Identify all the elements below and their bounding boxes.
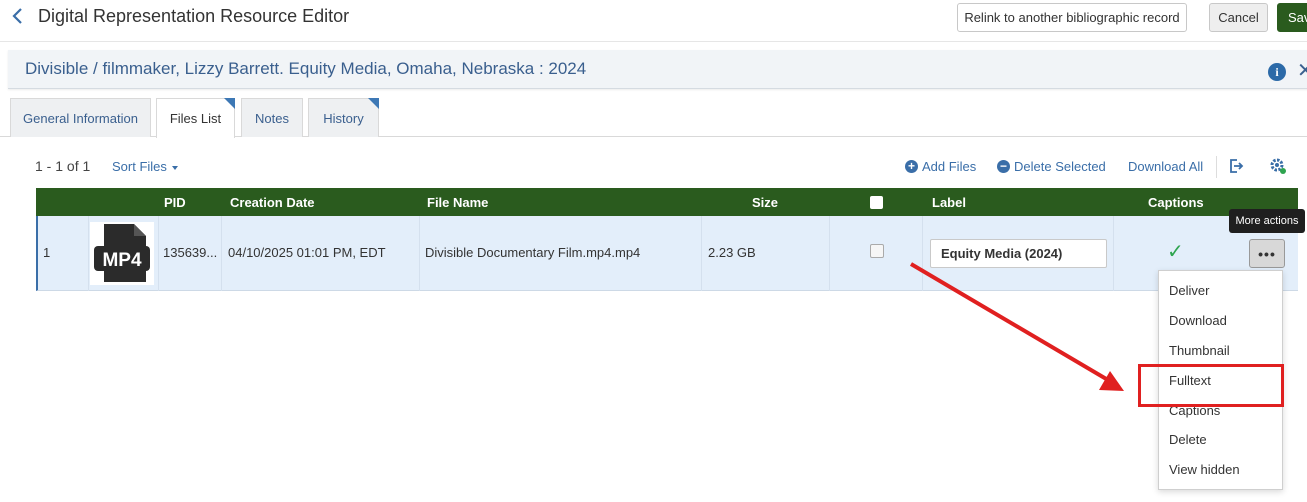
download-all-label: Download All (1128, 159, 1204, 174)
save-button[interactable]: Save (1277, 3, 1307, 32)
download-all-button[interactable]: Download All (1128, 159, 1203, 174)
export-icon[interactable] (1228, 158, 1244, 174)
column-header-creation-date[interactable]: Creation Date (230, 195, 315, 210)
page-title: Digital Representation Resource Editor (38, 6, 350, 26)
column-divider (829, 216, 830, 291)
gear-icon[interactable] (1269, 157, 1287, 175)
column-divider (158, 216, 159, 291)
tab-label: Files List (169, 111, 222, 126)
tab-label: General Information (23, 110, 138, 126)
tab-label: Notes (255, 110, 289, 126)
tab-general-information[interactable]: General Information (10, 98, 151, 137)
close-icon[interactable]: ✕ (1297, 58, 1307, 83)
menu-item-download[interactable]: Download (1169, 313, 1227, 328)
chevron-left-icon[interactable] (10, 6, 26, 26)
menu-item-view-hidden[interactable]: View hidden (1169, 462, 1240, 477)
pid-value: 135639... (163, 245, 218, 260)
menu-item-delete[interactable]: Delete (1169, 432, 1207, 447)
creation-date-value: 04/10/2025 01:01 PM, EDT (228, 245, 386, 260)
results-count: 1 - 1 of 1 (35, 158, 91, 174)
column-divider (419, 216, 420, 291)
record-title: Divisible / filmmaker, Lizzy Barrett. Eq… (25, 59, 587, 78)
delete-selected-label: Delete Selected (1014, 159, 1106, 174)
mp4-file-icon[interactable]: MP4 (90, 222, 154, 285)
tab-history[interactable]: History (308, 98, 379, 137)
column-header-label[interactable]: Label (932, 195, 966, 210)
sort-label: Sort Files (112, 159, 167, 174)
more-actions-button[interactable]: ••• (1249, 239, 1285, 268)
sort-files-dropdown[interactable]: Sort Files (112, 159, 178, 174)
select-all-checkbox[interactable] (870, 196, 883, 209)
annotation-highlight-box (1138, 364, 1284, 407)
tab-notes[interactable]: Notes (241, 98, 303, 137)
captions-check-icon: ✓ (1167, 241, 1184, 263)
caret-down-icon (171, 165, 178, 170)
column-header-size[interactable]: Size (752, 195, 778, 210)
record-header: Divisible / filmmaker, Lizzy Barrett. Eq… (8, 50, 1307, 89)
add-files-label: Add Files (922, 159, 977, 174)
tab-indicator-corner (368, 98, 379, 109)
info-icon[interactable]: i (1268, 63, 1286, 81)
tab-bar: General Information Files List Notes His… (0, 98, 1307, 138)
column-header-file-name[interactable]: File Name (427, 195, 488, 210)
tab-indicator-corner (224, 98, 235, 109)
column-divider (922, 216, 923, 291)
minus-circle-icon: − (997, 160, 1010, 173)
relink-button[interactable]: Relink to another bibliographic record (957, 3, 1187, 32)
file-name-value: Divisible Documentary Film.mp4.mp4 (425, 245, 641, 260)
column-divider (1113, 216, 1114, 291)
row-checkbox[interactable] (870, 244, 884, 258)
toolbar-divider (1216, 156, 1217, 178)
plus-circle-icon: + (905, 160, 918, 173)
delete-selected-button[interactable]: − Delete Selected (997, 159, 1106, 174)
tab-files-list[interactable]: Files List (156, 98, 235, 138)
table-header: PID Creation Date File Name Size Label C… (36, 188, 1298, 216)
column-divider (701, 216, 702, 291)
table-row[interactable]: 1 MP4 135639... 04/10/2025 01:01 PM, EDT… (36, 216, 1298, 291)
tab-label: History (323, 110, 364, 126)
column-header-captions[interactable]: Captions (1148, 195, 1204, 210)
menu-item-thumbnail[interactable]: Thumbnail (1169, 343, 1230, 358)
size-value: 2.23 GB (708, 245, 756, 260)
add-files-button[interactable]: + Add Files (905, 159, 976, 174)
column-divider (88, 216, 89, 291)
more-actions-tooltip: More actions (1229, 209, 1305, 233)
column-divider (221, 216, 222, 291)
row-number: 1 (43, 245, 51, 260)
top-bar: Digital Representation Resource Editor R… (0, 0, 1307, 42)
column-header-pid[interactable]: PID (164, 195, 186, 210)
menu-item-deliver[interactable]: Deliver (1169, 283, 1209, 298)
label-field[interactable]: Equity Media (2024) (930, 239, 1107, 268)
cancel-button[interactable]: Cancel (1209, 3, 1268, 32)
thumb-label: MP4 (102, 250, 142, 271)
